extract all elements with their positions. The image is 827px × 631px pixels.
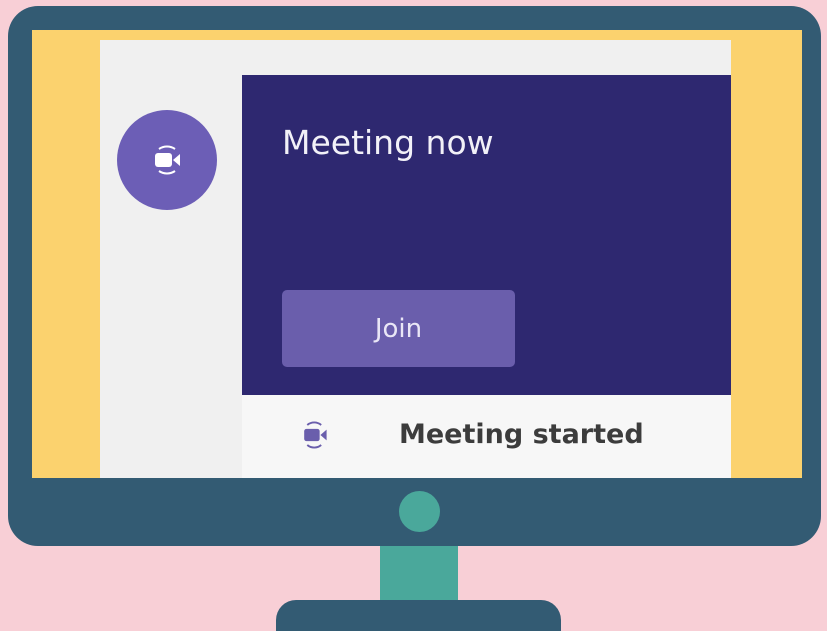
screen-bezel: Meeting now Join Meeting started	[32, 30, 802, 478]
meeting-card: Meeting now Join Meeting started	[242, 75, 731, 478]
monitor-illustration: Meeting now Join Meeting started	[8, 6, 821, 546]
monitor-power-dot	[399, 491, 440, 532]
video-camera-icon	[304, 421, 327, 449]
meeting-title: Meeting now	[282, 123, 494, 162]
join-button[interactable]: Join	[282, 290, 515, 367]
teams-screen: Meeting now Join Meeting started	[100, 40, 731, 478]
video-camera-icon	[155, 145, 180, 175]
monitor-stand-neck	[380, 546, 458, 606]
meeting-status-text: Meeting started	[399, 419, 644, 450]
monitor-stand-base	[276, 600, 561, 631]
activity-row[interactable]: Meeting started	[242, 395, 731, 478]
meeting-avatar	[117, 110, 217, 210]
row-icon-wrapper	[298, 418, 332, 452]
meeting-card-header: Meeting now Join	[242, 75, 731, 395]
